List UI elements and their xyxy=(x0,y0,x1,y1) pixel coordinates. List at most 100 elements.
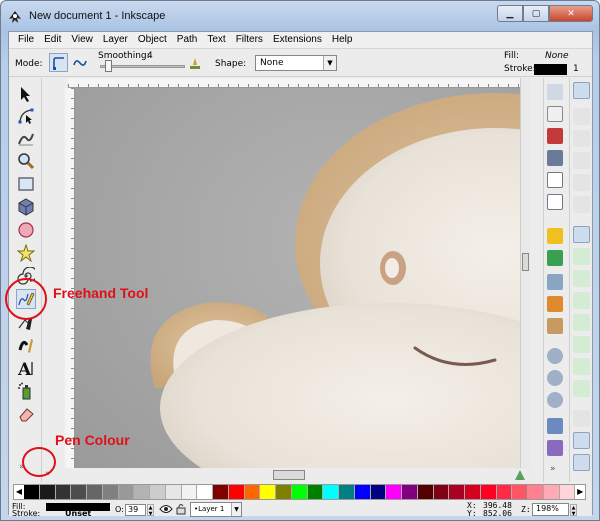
palette-swatch[interactable] xyxy=(339,485,355,499)
palette-swatch[interactable] xyxy=(134,485,150,499)
vertical-ruler[interactable] xyxy=(65,88,75,468)
clone-icon[interactable] xyxy=(547,440,563,456)
color-managed-view-icon[interactable] xyxy=(514,469,526,481)
palette-swatch[interactable] xyxy=(150,485,166,499)
palette-swatch[interactable] xyxy=(417,485,434,499)
menu-filters[interactable]: Filters xyxy=(231,32,268,48)
smoothing-slider-track[interactable] xyxy=(100,65,185,68)
palette-swatch[interactable] xyxy=(543,485,560,499)
layer-select[interactable]: •Layer 1 ▼ xyxy=(190,502,242,517)
opacity-input[interactable]: 39 xyxy=(125,504,146,516)
zoom-page-icon[interactable] xyxy=(547,392,563,408)
zoom-selection-icon[interactable] xyxy=(547,348,563,364)
palette-scroll-left-icon[interactable]: ◀ xyxy=(14,485,24,499)
menu-extensions[interactable]: Extensions xyxy=(268,32,327,48)
palette-swatch[interactable] xyxy=(449,485,465,499)
snap-paths-icon[interactable] xyxy=(573,248,590,265)
vertical-scrollbar[interactable] xyxy=(520,78,530,468)
snap-guides-icon[interactable] xyxy=(573,454,590,471)
export-icon[interactable] xyxy=(547,194,563,210)
palette-swatch[interactable] xyxy=(24,485,40,499)
box-3d-tool-button[interactable] xyxy=(16,197,36,217)
zoom-tool-button[interactable] xyxy=(16,151,36,171)
snap-bbox-corner-icon[interactable] xyxy=(573,152,590,169)
menu-path[interactable]: Path xyxy=(172,32,203,48)
palette-swatch[interactable] xyxy=(87,485,103,499)
menu-text[interactable]: Text xyxy=(202,32,230,48)
snap-bbox-center-icon[interactable] xyxy=(573,196,590,213)
paste-icon[interactable] xyxy=(547,318,563,334)
snap-bbox-edge-icon[interactable] xyxy=(573,130,590,147)
snap-intersections-icon[interactable] xyxy=(573,270,590,287)
save-icon[interactable] xyxy=(547,128,563,144)
menu-object[interactable]: Object xyxy=(133,32,172,48)
menu-help[interactable]: Help xyxy=(327,32,358,48)
palette-scroll-right-icon[interactable]: ▶ xyxy=(575,485,585,499)
palette-swatch[interactable] xyxy=(386,485,402,499)
menu-file[interactable]: File xyxy=(13,32,39,48)
palette-swatch[interactable] xyxy=(244,485,261,499)
palette-swatch[interactable] xyxy=(197,485,213,499)
close-button[interactable]: ✕ xyxy=(549,5,593,22)
palette-swatch[interactable] xyxy=(433,485,450,499)
snap-bbox-midpoint-icon[interactable] xyxy=(573,174,590,191)
smoothing-slider-thumb[interactable] xyxy=(105,60,112,72)
snap-bbox-icon[interactable] xyxy=(573,108,590,125)
horizontal-scrollbar[interactable]: » xyxy=(43,469,528,481)
commands-overflow-icon[interactable]: » xyxy=(550,464,556,474)
palette-swatch[interactable] xyxy=(402,485,418,499)
open-icon[interactable] xyxy=(547,106,563,122)
pressure-button[interactable] xyxy=(185,53,204,72)
title-bar[interactable]: New document 1 - Inkscape ▁ ▢ ✕ xyxy=(1,1,599,31)
snap-cusp-nodes-icon[interactable] xyxy=(573,292,590,309)
palette-swatch[interactable] xyxy=(228,485,245,499)
redo-icon[interactable] xyxy=(547,250,563,266)
eye-visibility-icon[interactable] xyxy=(159,504,173,514)
drawing-canvas[interactable] xyxy=(75,88,520,468)
palette-swatch[interactable] xyxy=(260,485,276,499)
opacity-spin-button[interactable]: ▲ ▼ xyxy=(147,504,154,517)
selector-tool-button[interactable] xyxy=(16,84,36,104)
snap-midpoints-icon[interactable] xyxy=(573,336,590,353)
palette-swatch[interactable] xyxy=(465,485,481,499)
spray-tool-button[interactable] xyxy=(16,381,36,401)
minimize-button[interactable]: ▁ xyxy=(497,5,523,22)
palette-swatch[interactable] xyxy=(181,485,198,499)
horizontal-ruler[interactable] xyxy=(68,78,528,88)
eraser-tool-button[interactable] xyxy=(16,404,36,424)
menu-edit[interactable]: Edit xyxy=(39,32,66,48)
calligraphy-tool-button[interactable] xyxy=(16,335,36,355)
rectangle-tool-button[interactable] xyxy=(16,174,36,194)
palette-swatch[interactable] xyxy=(528,485,544,499)
shape-select[interactable]: None ▼ xyxy=(255,55,337,71)
snap-smooth-nodes-icon[interactable] xyxy=(573,314,590,331)
mode-regular-path-button[interactable] xyxy=(49,53,68,72)
menu-layer[interactable]: Layer xyxy=(98,32,133,48)
copy-icon[interactable] xyxy=(547,274,563,290)
zoom-spin-button[interactable]: ▲ ▼ xyxy=(570,504,577,517)
cut-icon[interactable] xyxy=(547,296,563,312)
snap-rotation-centers-icon[interactable] xyxy=(573,380,590,397)
palette-swatch[interactable] xyxy=(307,485,324,499)
palette-swatch[interactable] xyxy=(102,485,119,499)
palette-swatch[interactable] xyxy=(370,485,387,499)
stroke-indicator-swatch[interactable] xyxy=(534,64,567,75)
maximize-button[interactable]: ▢ xyxy=(523,5,549,22)
palette-swatch[interactable] xyxy=(512,485,528,499)
snap-grid-icon[interactable] xyxy=(573,432,590,449)
palette-swatch[interactable] xyxy=(496,485,513,499)
ellipse-tool-button[interactable] xyxy=(16,220,36,240)
snap-nodes-icon[interactable] xyxy=(573,226,590,243)
duplicate-icon[interactable] xyxy=(547,418,563,434)
print-icon[interactable] xyxy=(547,150,563,166)
palette-swatch[interactable] xyxy=(39,485,56,499)
undo-icon[interactable] xyxy=(547,228,563,244)
palette-swatch[interactable] xyxy=(291,485,308,499)
palette-swatch[interactable] xyxy=(480,485,497,499)
node-tool-button[interactable] xyxy=(16,106,36,126)
lock-icon[interactable] xyxy=(176,503,186,515)
tweak-tool-button[interactable] xyxy=(16,128,36,148)
palette-swatch[interactable] xyxy=(323,485,339,499)
palette-swatch[interactable] xyxy=(71,485,87,499)
palette-swatch[interactable] xyxy=(559,485,576,499)
